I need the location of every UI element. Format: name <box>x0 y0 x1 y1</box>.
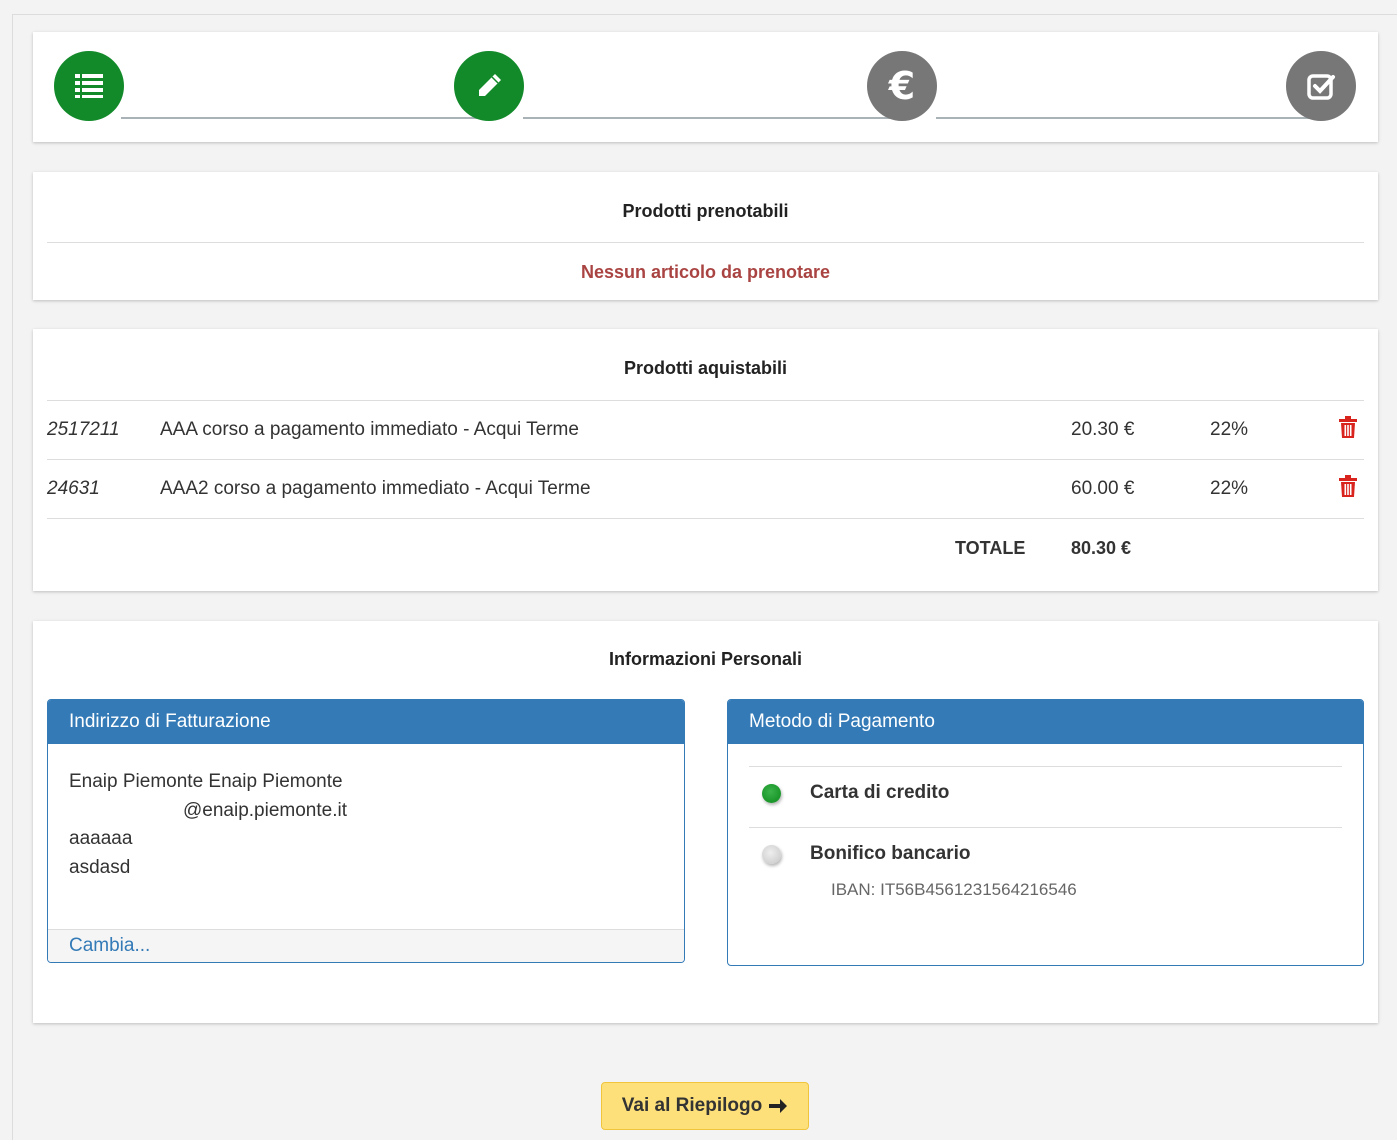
change-address-link[interactable]: Cambia... <box>69 935 150 956</box>
list-icon <box>75 74 103 98</box>
empty-message: Nessun articolo da prenotare <box>580 262 831 282</box>
billing-panel-header: Indirizzo di Fatturazione <box>48 700 684 744</box>
divider <box>47 242 1364 243</box>
stepper-connector <box>121 117 491 119</box>
trash-icon[interactable] <box>1339 416 1357 438</box>
check-square-icon <box>1307 74 1335 100</box>
divider <box>47 400 1364 401</box>
checkout-stepper <box>33 32 1378 142</box>
step-payment[interactable]: € <box>867 51 937 121</box>
purchasable-title: Prodotti aquistabili <box>623 358 787 378</box>
product-vat: 22% <box>1210 478 1249 499</box>
total-label: TOTALE <box>955 538 1026 558</box>
step-confirm[interactable] <box>1286 51 1356 121</box>
divider <box>749 827 1342 828</box>
billing-address-body: Enaip Piemonte Enaip Piemonte @enaip.pie… <box>48 744 684 882</box>
divider <box>47 518 1364 519</box>
iban-text: IBAN: IT56B4561231564216546 <box>831 880 1077 899</box>
product-name: AAA corso a pagamento immediato - Acqui … <box>160 419 579 440</box>
product-price: 20.30 € <box>1071 419 1135 440</box>
stepper-connector <box>523 117 903 119</box>
product-code: 2517211 <box>47 419 120 440</box>
billing-panel-footer: Cambia... <box>48 929 684 962</box>
payment-option-label: Carta di credito <box>810 782 950 803</box>
total-value: 80.30 € <box>1071 538 1132 558</box>
product-price: 60.00 € <box>1071 478 1135 499</box>
bookable-products-card: Prodotti prenotabili Nessun articolo da … <box>33 172 1378 300</box>
payment-options: Carta di credito Bonifico bancario IBAN:… <box>728 744 1363 964</box>
arrow-right-icon <box>769 1099 788 1113</box>
payment-method-panel: Metodo di Pagamento Carta di credito Bon… <box>727 699 1364 966</box>
trash-icon[interactable] <box>1339 475 1357 497</box>
billing-email: @enaip.piemonte.it <box>183 799 347 821</box>
step-personal-info[interactable] <box>454 51 524 121</box>
step-products[interactable] <box>54 51 124 121</box>
product-name: AAA2 corso a pagamento immediato - Acqui… <box>160 478 591 499</box>
radio-selected[interactable] <box>762 784 781 803</box>
product-code: 24631 <box>47 478 100 499</box>
product-vat: 22% <box>1210 419 1249 440</box>
euro-icon: € <box>888 64 916 108</box>
summary-button-label: Vai al Riepilogo <box>621 1095 763 1116</box>
pencil-icon <box>479 74 501 96</box>
billing-name: Enaip Piemonte Enaip Piemonte <box>69 771 343 792</box>
billing-address-panel: Indirizzo di Fatturazione Enaip Piemonte… <box>47 699 685 963</box>
payment-option-label: Bonifico bancario <box>810 843 971 864</box>
stepper-connector <box>936 117 1326 119</box>
go-to-summary-button[interactable]: Vai al Riepilogo <box>601 1082 809 1130</box>
billing-address-line: asdasd <box>69 856 131 878</box>
personal-info-title: Informazioni Personali <box>608 649 803 669</box>
divider <box>749 766 1342 767</box>
radio-unselected[interactable] <box>762 845 781 864</box>
bookable-title: Prodotti prenotabili <box>622 201 789 221</box>
divider <box>47 459 1364 460</box>
purchasable-products-card: Prodotti aquistabili 2517211 AAA corso a… <box>33 329 1378 591</box>
billing-address-line: aaaaaa <box>69 828 133 849</box>
payment-panel-header: Metodo di Pagamento <box>728 700 1363 744</box>
